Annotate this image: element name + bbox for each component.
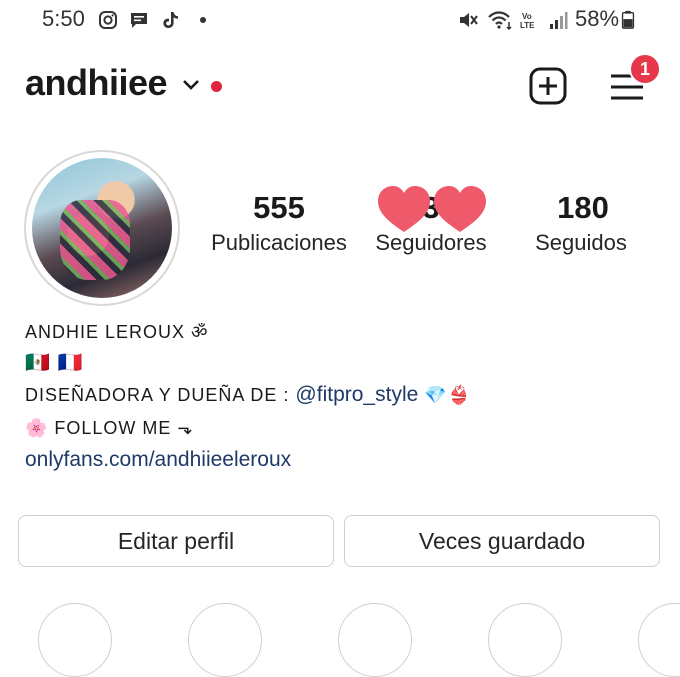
battery-icon <box>621 10 635 29</box>
following-label[interactable]: Seguidos <box>496 230 666 256</box>
edit-profile-button[interactable]: Editar perfil <box>18 515 334 567</box>
bio-description-text: DISEÑADORA Y DUEÑA DE : <box>25 385 296 405</box>
bio-emojis: 💎👙 <box>418 385 472 405</box>
bio-description: DISEÑADORA Y DUEÑA DE : @fitpro_style 💎👙 <box>25 383 471 407</box>
posts-label[interactable]: Publicaciones <box>194 230 364 256</box>
mute-icon <box>460 13 478 27</box>
notification-badge: 1 <box>629 53 661 85</box>
bio-handle-link[interactable]: @fitpro_style <box>295 383 418 406</box>
story-highlight[interactable] <box>338 603 412 677</box>
svg-text:LTE: LTE <box>520 21 535 30</box>
story-highlight[interactable] <box>188 603 262 677</box>
hearts-sticker <box>378 186 486 232</box>
message-icon <box>131 13 147 28</box>
profile-username[interactable]: andhiiee <box>25 62 201 104</box>
battery-percent: 58% <box>575 6 620 31</box>
signal-icon <box>550 12 568 29</box>
status-dot <box>211 81 222 92</box>
svg-text:Vo: Vo <box>522 12 532 21</box>
instagram-icon <box>99 11 117 29</box>
bio-website-link[interactable]: onlyfans.com/andhiieeleroux <box>25 448 291 472</box>
avatar-photo-detail <box>60 200 130 280</box>
volte-icon: Vo LTE <box>520 12 535 30</box>
bio-flags: 🇲🇽 🇫🇷 <box>25 352 84 374</box>
following-count[interactable]: 180 <box>503 190 663 226</box>
saved-count-button[interactable]: Veces guardado <box>344 515 660 567</box>
story-highlight[interactable] <box>488 603 562 677</box>
bio-name: ANDHIE LEROUX ॐ <box>25 322 209 342</box>
dot-icon <box>200 17 206 23</box>
new-post-button[interactable] <box>529 67 567 105</box>
chevron-down-icon <box>182 80 199 91</box>
wifi-icon <box>488 11 512 30</box>
tiktok-icon <box>163 12 178 28</box>
username-text: andhiiee <box>25 62 168 103</box>
bio-follow-me: 🌸 FOLLOW ME ⬎ <box>25 418 194 438</box>
posts-count[interactable]: 555 <box>199 190 359 226</box>
status-time: 5:50 <box>42 6 85 31</box>
story-highlight[interactable] <box>38 603 112 677</box>
story-highlight[interactable] <box>638 603 680 677</box>
